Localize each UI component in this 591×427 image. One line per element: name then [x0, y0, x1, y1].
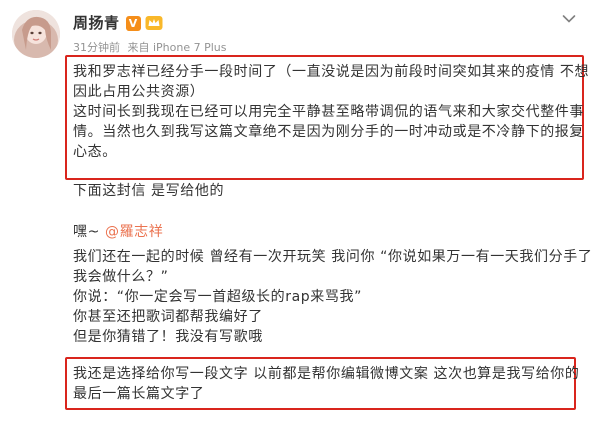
text-line: 因此占用公共资源） — [73, 84, 205, 100]
weibo-post: 周扬青 V 31分钟前 来自 iPhone 7 Plus 我和罗志祥已经分手一段… — [0, 0, 591, 427]
post-paragraph-closing: 我还是选择给你写一段文字 以前都是帮你编辑微博文案 这次也算是我写给你的 最后一… — [73, 364, 580, 404]
avatar-photo-icon — [12, 10, 60, 58]
text-line: 下面这封信 是写给他的 — [73, 183, 225, 199]
text-line: 但是你猜错了！我没有写歌哦 — [73, 329, 263, 345]
post-paragraph-intro: 我和罗志祥已经分手一段时间了（一直没说是因为前段时间突如其来的疫情 不想 因此占… — [73, 62, 590, 162]
text-line: 心态。 — [73, 144, 117, 160]
author-name[interactable]: 周扬青 — [73, 13, 120, 33]
text-line: 你说：“你一定会写一首超级长的rap来骂我” — [73, 289, 362, 305]
verified-v-icon: V — [125, 15, 141, 31]
avatar[interactable] — [12, 10, 60, 58]
post-letter-intro: 下面这封信 是写给他的 — [73, 181, 578, 201]
text-line: 这时间长到我现在已经可以用完全平静甚至略带调侃的语气来和大家交代整件事 — [73, 104, 584, 120]
text-line: 我和罗志祥已经分手一段时间了（一直没说是因为前段时间突如其来的疫情 不想 — [73, 64, 590, 80]
post-meta: 31分钟前 来自 iPhone 7 Plus — [73, 40, 231, 56]
greeting-prefix: 嘿~ — [73, 224, 105, 240]
post-time[interactable]: 31分钟前 — [73, 41, 120, 54]
mention-link[interactable]: @羅志祥 — [105, 224, 163, 240]
post-body: 我们还在一起的时候 曾经有一次开玩笑 我问你 “你说如果万一有一天我们分手了 我… — [73, 247, 591, 347]
member-crown-icon[interactable] — [145, 15, 163, 31]
author-row: 周扬青 V — [73, 13, 163, 33]
post-greeting: 嘿~ @羅志祥 — [73, 222, 578, 242]
chevron-down-icon[interactable] — [562, 14, 576, 24]
text-line: 我会做什么？” — [73, 269, 169, 285]
text-line: 我还是选择给你写一段文字 以前都是帮你编辑微博文案 这次也算是我写给你的 — [73, 366, 580, 382]
post-source: 来自 iPhone 7 Plus — [127, 41, 227, 54]
text-line: 情。当然也久到我写这篇文章绝不是因为刚分手的一时冲动或是不冷静下的报复 — [73, 124, 584, 140]
text-line: 你甚至还把歌词都帮我编好了 — [73, 309, 263, 325]
text-line: 最后一篇长篇文字了 — [73, 386, 205, 402]
text-line: 我们还在一起的时候 曾经有一次开玩笑 我问你 “你说如果万一有一天我们分手了 — [73, 249, 591, 265]
greeting-line: 嘿~ @羅志祥 — [73, 222, 578, 242]
